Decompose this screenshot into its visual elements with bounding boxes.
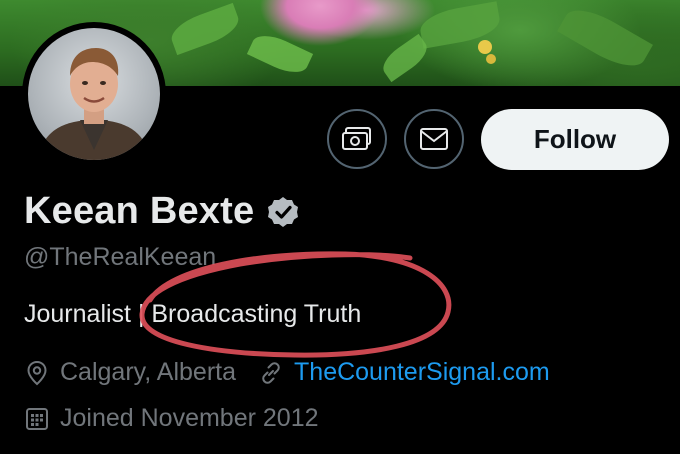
profile-meta-location-row: Calgary, Alberta TheCounterSignal.com [24,358,550,387]
follow-button[interactable]: Follow [481,109,669,170]
tip-button[interactable] [327,109,387,169]
link-icon [262,361,280,384]
calendar-icon [26,407,48,430]
location-pin-icon [27,360,47,385]
verified-badge-icon[interactable] [266,195,300,229]
name-row: Keean Bexte [24,190,300,233]
website-link[interactable]: TheCounterSignal.com [294,358,550,387]
user-handle: @TheRealKeean [24,243,217,271]
money-icon [342,127,371,150]
avatar-photo [38,48,150,160]
profile-bio: Journalist | Broadcasting Truth [24,300,362,328]
display-name: Keean Bexte [24,190,255,232]
profile-meta-joined-row: Joined November 2012 [24,404,319,433]
envelope-icon [420,128,448,150]
avatar[interactable] [28,28,160,160]
location-text: Calgary, Alberta [60,358,237,386]
joined-date-text: Joined November 2012 [60,404,319,432]
message-button[interactable] [404,109,464,169]
profile-header: Follow Keean Bexte @TheRealKeean Journal… [0,0,680,454]
